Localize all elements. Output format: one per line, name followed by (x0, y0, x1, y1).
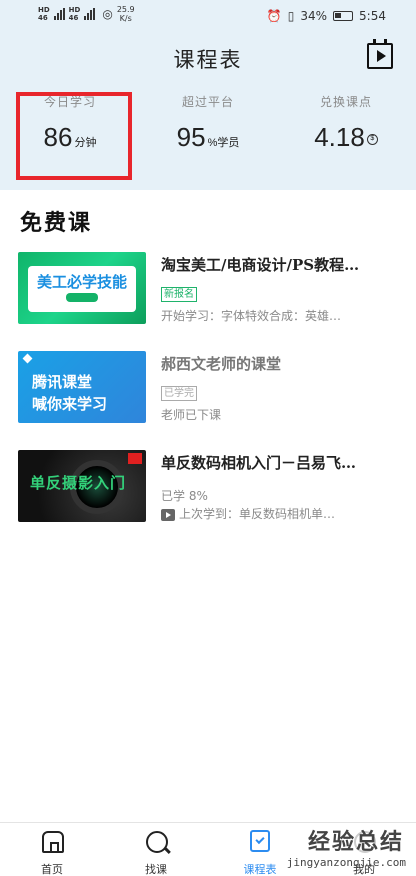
course-item[interactable]: 单反摄影入门 单反数码相机入门－吕易飞… 已学 8% 上次学到：单反数码相机单… (18, 450, 398, 524)
course-title: 淘宝美工/电商设计/PS教程… (161, 256, 360, 274)
vibrate-icon: ▯ (287, 9, 295, 23)
section-title: 免费课 (20, 210, 93, 236)
course-progress: 已学 8% (161, 489, 208, 503)
course-item[interactable]: 腾讯课堂 喊你来学习 郝西文老师的课堂 已学完 老师已下课 (18, 351, 398, 425)
course-subtitle: 开始学习：字体特效合成：英雄… (161, 309, 342, 323)
course-thumbnail: 单反摄影入门 (18, 450, 146, 522)
stat-beat-platform[interactable]: 超过平台 95 %学员 (138, 93, 278, 153)
watermark: 经验总结 jingyanzongjie.com (258, 820, 416, 876)
stat-exchange-points[interactable]: 兑换课点 4.18 $ (276, 93, 416, 153)
tab-find-course[interactable]: 找课 (104, 823, 208, 876)
status-right: ⏰ ▯ 34% 5:54 (267, 9, 386, 23)
home-icon (42, 831, 64, 853)
wifi-icon: ◎ (102, 7, 113, 21)
stat-value: 4.18 $ (276, 122, 416, 153)
stat-label: 兑换课点 (319, 95, 372, 109)
course-thumbnail: 腾讯课堂 喊你来学习 (18, 351, 146, 423)
stat-value: 95 %学员 (176, 122, 240, 152)
battery-percent: 34% (300, 9, 328, 23)
course-subtitle: 老师已下课 (161, 408, 222, 422)
course-item[interactable]: 美工必学技能 淘宝美工/电商设计/PS教程… 新报名 开始学习：字体特效合成：英… (18, 252, 398, 326)
alarm-icon: ⏰ (266, 9, 282, 23)
search-icon (146, 831, 168, 853)
signal-icon-2 (84, 8, 96, 20)
course-title: 单反数码相机入门－吕易飞… (161, 454, 357, 472)
highlight-annotation (16, 92, 132, 180)
signal-icon (53, 8, 65, 20)
course-thumbnail: 美工必学技能 (18, 252, 146, 324)
watermark-text: 经验总结 (307, 830, 404, 855)
calendar-play-icon[interactable] (367, 39, 393, 69)
tab-home[interactable]: 首页 (0, 823, 104, 876)
course-title: 郝西文老师的课堂 (161, 355, 282, 373)
course-subtitle: 上次学到：单反数码相机单… (161, 505, 398, 522)
status-bar: HD 46 HD 46 ◎ 25.9 K/s ⏰ ▯ 34% 5:54 (0, 0, 416, 34)
network-indicators: HD 46 HD 46 ◎ 25.9 K/s (38, 5, 135, 23)
network-label-2: HD 46 (68, 6, 81, 22)
stat-label: 超过平台 (181, 95, 234, 109)
status-badge: 已学完 (161, 386, 197, 401)
coin-icon: $ (366, 133, 378, 145)
page-title: 课程表 (173, 48, 243, 72)
network-speed: 25.9 K/s (116, 5, 135, 23)
network-label-1: HD 46 (38, 6, 50, 22)
battery-icon (333, 11, 354, 21)
clock: 5:54 (359, 9, 386, 23)
play-icon (161, 508, 175, 521)
status-badge: 新报名 (161, 287, 197, 302)
watermark-url: jingyanzongjie.com (286, 856, 406, 869)
